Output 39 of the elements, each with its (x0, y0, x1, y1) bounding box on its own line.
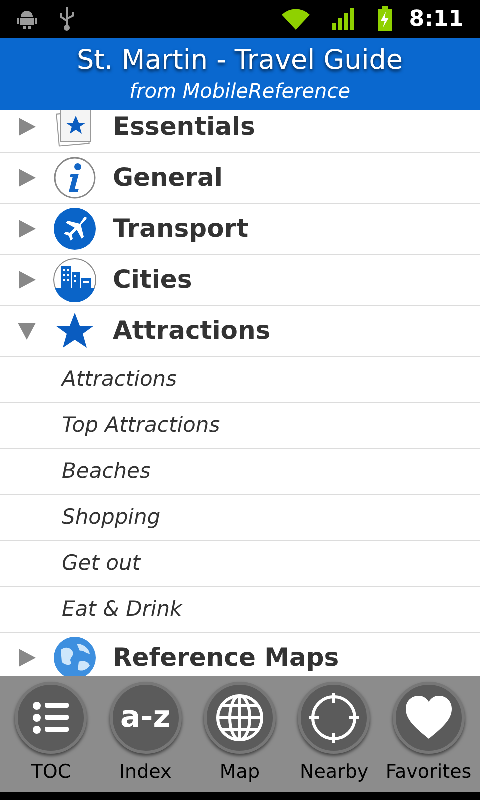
star-icon (55, 311, 95, 351)
subsection-link[interactable]: Attractions (62, 364, 178, 396)
app-subtitle: from MobileReference (130, 78, 350, 104)
battery-charging-icon (377, 6, 394, 32)
subsection-link[interactable]: Eat & Drink (62, 594, 182, 626)
section-title[interactable]: Attractions (113, 312, 271, 350)
map-button[interactable]: Map (196, 682, 284, 786)
wifi-icon (281, 7, 312, 31)
expand-triangle-icon[interactable] (17, 168, 37, 188)
section-title[interactable]: General (113, 159, 223, 197)
list-icon (15, 682, 88, 754)
toc-button[interactable]: TOC (7, 682, 96, 786)
section-title[interactable]: Essentials (113, 110, 256, 146)
globe-icon (53, 636, 97, 676)
expand-triangle-icon[interactable] (17, 648, 37, 668)
a-z-icon: a-z (110, 682, 182, 754)
section-title[interactable]: Reference Maps (113, 639, 340, 676)
expand-triangle-icon[interactable] (17, 219, 37, 239)
city-buildings-icon (53, 258, 97, 302)
crosshair-icon (298, 682, 370, 754)
info-icon (53, 156, 97, 200)
section-title[interactable]: Transport (113, 210, 249, 248)
usb-icon (58, 6, 76, 32)
collapse-triangle-icon[interactable] (17, 321, 37, 341)
subsection-link[interactable]: Get out (62, 548, 140, 580)
expand-triangle-icon[interactable] (17, 270, 37, 290)
expand-triangle-icon[interactable] (17, 117, 37, 137)
section-title[interactable]: Cities (113, 261, 192, 299)
app-title: St. Martin - Travel Guide (76, 44, 404, 78)
clock-time: 8:11 (409, 6, 464, 34)
subsection-link[interactable]: Shopping (62, 502, 161, 534)
index-button[interactable]: a-z Index (102, 682, 190, 786)
subsection-link[interactable]: Top Attractions (62, 410, 220, 442)
subsection-link[interactable]: Beaches (62, 456, 151, 488)
globe-icon (204, 682, 276, 754)
android-icon (16, 8, 38, 30)
airplane-icon (53, 207, 97, 251)
nearby-button[interactable]: Nearby (290, 682, 378, 786)
favorites-button[interactable]: Favorites (384, 682, 473, 786)
